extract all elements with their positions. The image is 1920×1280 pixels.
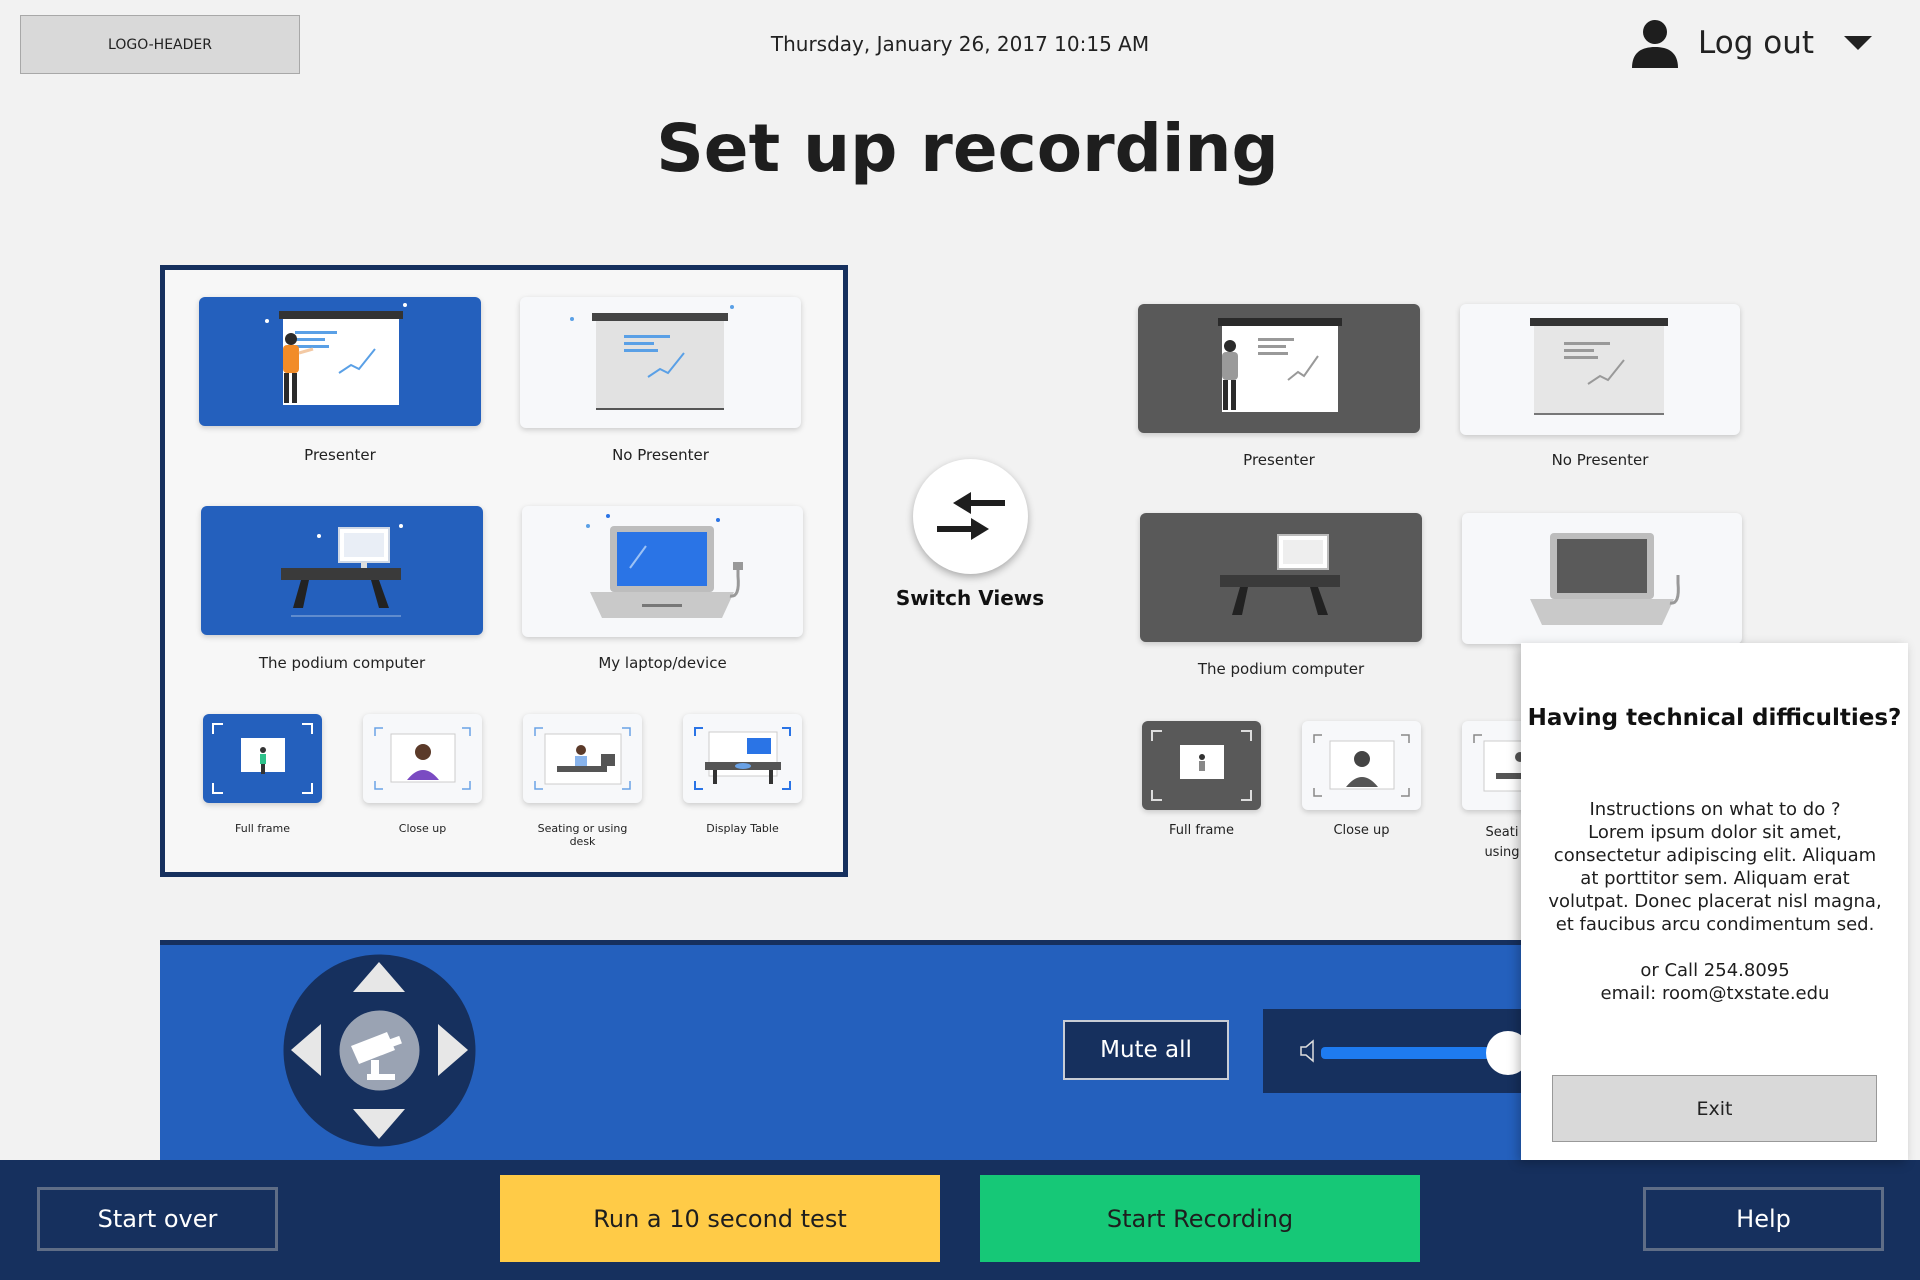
no-presenter-illustration: [570, 305, 734, 410]
help-button[interactable]: Help: [1643, 1187, 1884, 1251]
laptop-gray-illustration: [1530, 533, 1680, 625]
laptop-illustration: [586, 514, 743, 618]
close-up-illustration: [374, 727, 471, 790]
secondary-no-presenter-card[interactable]: [1460, 304, 1740, 435]
speaker-icon: [1300, 1039, 1314, 1063]
run-test-button[interactable]: Run a 10 second test: [500, 1175, 940, 1262]
volume-control[interactable]: [1263, 1009, 1553, 1093]
volume-slider-track[interactable]: [1321, 1047, 1508, 1059]
view-display-table-label: Display Table: [706, 822, 779, 835]
view-full-frame-card[interactable]: [203, 714, 322, 803]
podium-gray-illustration: [1220, 534, 1340, 615]
secondary-seating-label-line2: using: [1484, 845, 1520, 860]
logo-header: LOGO-HEADER: [20, 15, 300, 74]
secondary-close-up-card[interactable]: [1302, 721, 1421, 810]
user-menu[interactable]: Log out: [1630, 18, 1872, 68]
secondary-seating-label-line1: Seati: [1485, 825, 1519, 840]
secondary-close-up-label: Close up: [1333, 823, 1390, 838]
help-line-5: volutpat. Donec placerat nisl magna,: [1548, 891, 1882, 912]
user-icon: [1632, 20, 1678, 68]
source-laptop-label: My laptop/device: [598, 654, 727, 672]
source-no-presenter-label: No Presenter: [612, 446, 709, 464]
swap-arrows-icon: [936, 491, 1005, 540]
help-popup-body: Instructions on what to do ? Lorem ipsum…: [1535, 798, 1895, 1005]
view-close-up-card[interactable]: [363, 714, 482, 803]
camera-dpad[interactable]: [283, 954, 476, 1147]
secondary-full-frame-card[interactable]: [1142, 721, 1261, 810]
secondary-presenter-label: Presenter: [1243, 451, 1315, 469]
help-popup: Having technical difficulties? Instructi…: [1521, 643, 1908, 1160]
full-frame-illustration: [212, 723, 313, 794]
secondary-presenter-card[interactable]: [1138, 304, 1420, 433]
help-line-3: consectetur adipiscing elit. Aliquam: [1553, 845, 1877, 866]
source-podium-card[interactable]: [201, 506, 483, 635]
start-recording-button[interactable]: Start Recording: [980, 1175, 1420, 1262]
footer-bar: [0, 1160, 1920, 1280]
caret-down-icon[interactable]: [1844, 36, 1872, 50]
source-presenter-card[interactable]: [199, 297, 481, 426]
full-frame-gray-illustration: [1151, 730, 1252, 801]
help-line-6: et faucibus arcu condimentum sed.: [1555, 914, 1875, 935]
source-no-presenter-card[interactable]: [520, 297, 801, 428]
display-table-illustration: [694, 727, 791, 790]
secondary-podium-label: The podium computer: [1197, 660, 1365, 678]
help-line-1: Instructions on what to do ?: [1589, 799, 1841, 820]
help-email: email: room@txstate.edu: [1600, 983, 1830, 1004]
view-seating-label: Seating or using desk: [537, 822, 628, 848]
secondary-laptop-card[interactable]: [1462, 513, 1742, 644]
page-title: Set up recording: [656, 110, 1279, 187]
help-phone: or Call 254.8095: [1640, 960, 1790, 981]
logout-label[interactable]: Log out: [1698, 25, 1814, 61]
presenter-illustration: [265, 303, 407, 405]
source-presenter-label: Presenter: [304, 446, 376, 464]
seating-illustration: [534, 727, 631, 790]
source-podium-label: The podium computer: [258, 654, 426, 672]
source-laptop-card[interactable]: [522, 506, 803, 637]
view-close-up-label: Close up: [398, 822, 447, 835]
help-exit-button[interactable]: Exit: [1552, 1075, 1877, 1142]
datetime: Thursday, January 26, 2017 10:15 AM: [770, 32, 1150, 56]
start-over-button[interactable]: Start over: [37, 1187, 278, 1251]
presenter-gray-illustration: [1218, 318, 1342, 412]
camera-icon: [339, 1010, 420, 1091]
no-presenter-gray-illustration: [1530, 318, 1668, 415]
view-seating-card[interactable]: [523, 714, 642, 803]
switch-views-label: Switch Views: [895, 586, 1045, 610]
primary-source-panel: Presenter No Presenter The podium comput…: [160, 265, 848, 877]
close-up-gray-illustration: [1313, 734, 1410, 797]
secondary-no-presenter-label: No Presenter: [1551, 451, 1649, 469]
help-popup-title: Having technical difficulties?: [1527, 705, 1902, 731]
mute-all-button[interactable]: Mute all: [1063, 1020, 1229, 1080]
view-display-table-card[interactable]: [683, 714, 802, 803]
switch-views-button[interactable]: [913, 459, 1028, 574]
secondary-full-frame-label: Full frame: [1169, 823, 1234, 838]
podium-illustration: [281, 524, 403, 617]
secondary-podium-card[interactable]: [1140, 513, 1422, 642]
view-full-frame-label: Full frame: [235, 822, 290, 835]
help-line-4: at porttitor sem. Aliquam erat: [1580, 868, 1850, 889]
help-line-2: Lorem ipsum dolor sit amet,: [1588, 822, 1842, 843]
